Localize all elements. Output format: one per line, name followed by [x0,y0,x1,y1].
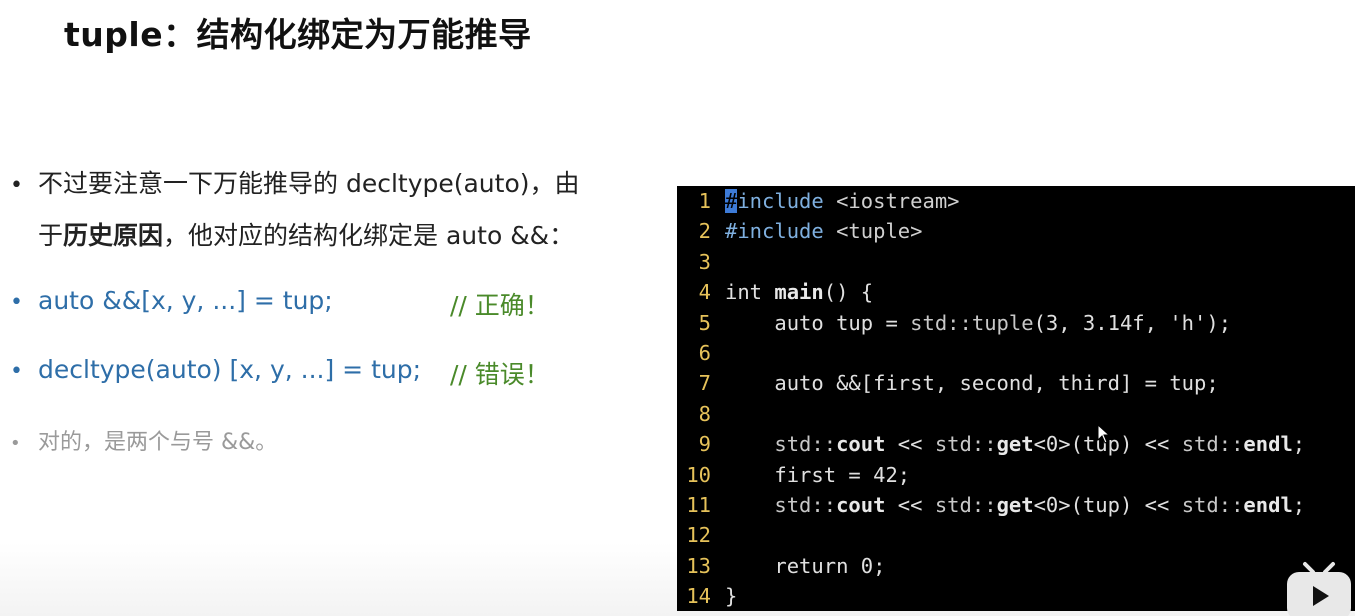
bullet-correct-example: • auto &&[x, y, ...] = tup; // 正确！ [10,286,550,320]
code-editor[interactable]: 1 #include <iostream> 2 #include <tuple> 3… [677,186,1355,611]
line-number: 5 [698,310,711,335]
bullet-dot: • [10,433,21,454]
code-line-7: 7 auto &&[first, second, third] = tup; [677,368,1219,398]
code-line-12: 12 [677,520,725,550]
line-number: 2 [698,219,711,244]
mouse-cursor-icon [1097,424,1111,444]
line-number: 9 [698,432,711,457]
bilibili-tv-icon [1287,562,1351,616]
ampersand-note-text: 对的，是两个与号 &&。 [38,430,278,455]
code-line-6: 6 [677,338,725,368]
code-line-11: 11 std::cout << std::get<0>(tup) << std:… [677,490,1305,520]
bullet-note-line1: 不过要注意一下万能推导的 decltype(auto)，由 [38,169,580,198]
bullet-note-bold: 历史原因 [63,221,164,250]
line-number: 10 [686,462,711,487]
line-number: 3 [698,249,711,274]
code-line-5: 5 auto tup = std::tuple(3, 3.14f, 'h'); [677,308,1231,338]
slide-title: tuple：结构化绑定为万能推导 [64,15,532,54]
wrong-comment: // 错误！ [450,360,550,389]
bullet-note: • 不过要注意一下万能推导的 decltype(auto)，由 于历史原因，他对应… [10,164,580,250]
bullet-dot: • [10,359,23,384]
correct-comment: // 正确！ [450,291,550,320]
code-line-9: 9 std::cout << std::get<0>(tup) << std::… [677,429,1305,459]
code-line-1: 1 #include <iostream> [677,186,960,216]
bullet-ampersand-note: • 对的，是两个与号 &&。 [10,424,277,456]
line-number: 6 [698,341,711,365]
code-line-2: 2 #include <tuple> [677,216,923,246]
code-line-4: 4 int main() { [677,277,873,307]
line-number: 8 [698,401,711,426]
line-number: 14 [686,584,711,609]
text-cursor: # [725,189,738,213]
line-number: 1 [698,189,711,213]
wrong-code: decltype(auto) [x, y, ...] = tup; [38,355,422,384]
bullet-note-line2: 于历史原因，他对应的结构化绑定是 auto &&： [38,216,574,252]
code-line-3: 3 [677,247,725,277]
code-line-14: 14} [677,581,737,611]
bullet-dot: • [10,290,23,315]
correct-code: auto &&[x, y, ...] = tup; [38,286,333,315]
slide: tuple：结构化绑定为万能推导 • 不过要注意一下万能推导的 decltype(… [0,0,1355,616]
bullet-dot: • [10,173,23,198]
bullet-note-post: ，他对应的结构化绑定是 auto &&： [163,221,575,250]
line-number: 11 [686,493,711,517]
code-line-10: 10 first = 42; [677,460,910,490]
line-number: 7 [698,371,711,396]
line-number: 4 [698,280,711,305]
bullet-wrong-example: • decltype(auto) [x, y, ...] = tup; // 错误… [10,355,550,389]
bullet-note-pre: 于 [38,221,64,250]
code-line-8: 8 [677,399,725,429]
code-line-13: 13 return 0; [677,551,885,581]
line-number: 12 [686,523,711,548]
line-number: 13 [686,553,711,578]
